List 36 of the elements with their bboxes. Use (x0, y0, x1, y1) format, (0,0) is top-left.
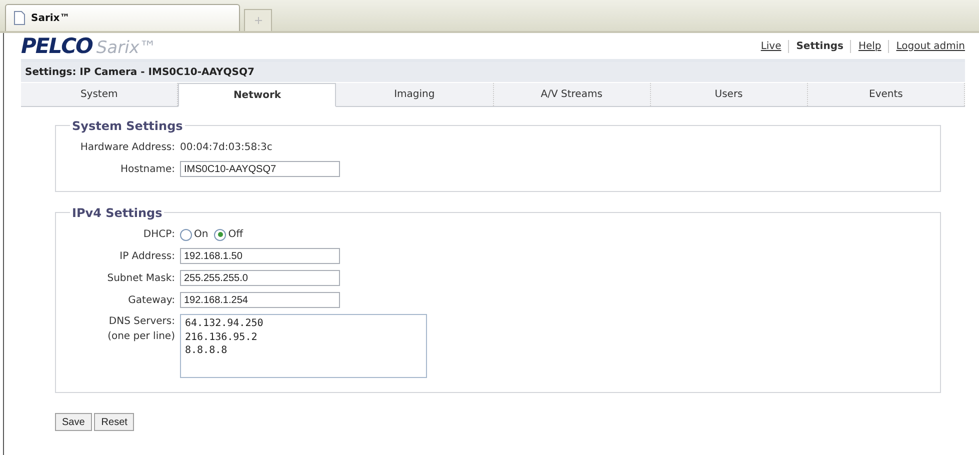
tab[interactable]: Imaging (336, 83, 494, 106)
field-label: DNS Servers: (one per line) (106, 315, 176, 344)
nav-link[interactable]: Logout admin (896, 38, 965, 54)
text-field[interactable]: 255.255.255.0 (180, 270, 340, 286)
nav-link[interactable]: Live (760, 38, 782, 54)
action-button[interactable]: Save (55, 413, 92, 431)
tab[interactable]: Network (178, 83, 336, 107)
nav-link[interactable]: Settings (796, 38, 844, 54)
tab[interactable]: Users (650, 83, 808, 106)
tab[interactable]: Events (808, 83, 966, 106)
new-tab-button[interactable] (244, 9, 272, 31)
field-label: Hostname: (120, 162, 176, 176)
browser-tab[interactable]: Sarix™ (5, 4, 240, 31)
hardware-address-value: 00:04:7d:03:58:3c (180, 141, 272, 155)
field-label: Gateway: (127, 294, 176, 308)
page-title: Settings: IP Camera - IMS0C10-AAYQSQ7 (21, 62, 965, 82)
action-button[interactable]: Reset (94, 413, 134, 431)
radio-label: Off (228, 228, 243, 242)
logo-brand: PELCO (21, 36, 92, 56)
radio-button[interactable] (180, 228, 192, 240)
text-field[interactable]: 192.168.1.50 (180, 248, 340, 264)
hostname-field[interactable]: IMS0C10-AAYQSQ7 (180, 161, 340, 177)
plus-icon (254, 17, 262, 24)
page-icon (14, 11, 25, 25)
field-label: Hardware Address: (79, 141, 176, 155)
field-label: DHCP: (142, 228, 176, 242)
dns-servers-field[interactable]: 64.132.94.250 216.136.95.2 8.8.8.8 (180, 314, 427, 378)
radio-button[interactable] (214, 228, 226, 240)
logo-product: Sarix™ (96, 40, 156, 56)
nav-link[interactable]: Help (858, 38, 882, 54)
text-field[interactable]: 192.168.1.254 (180, 292, 340, 308)
field-label: Subnet Mask: (106, 272, 176, 286)
tab[interactable]: System (21, 83, 178, 106)
field-label: IP Address: (118, 250, 176, 264)
tab[interactable]: A/V Streams (494, 83, 651, 106)
radio-label: On (194, 228, 208, 242)
